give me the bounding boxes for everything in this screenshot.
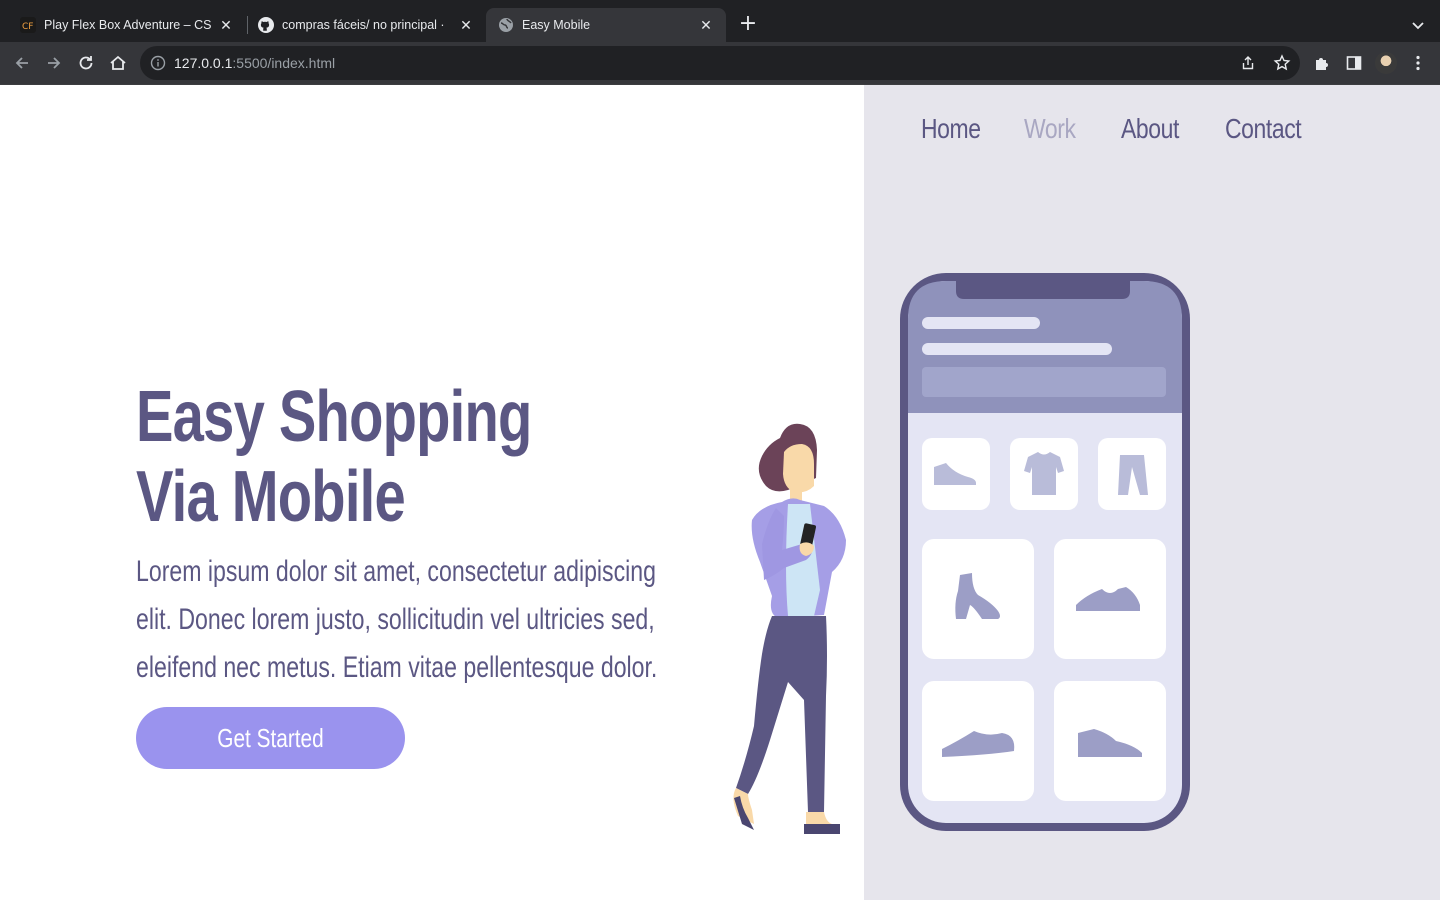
- phone-shop-illustration: [900, 273, 1190, 831]
- nav-work-link[interactable]: Work: [1024, 113, 1076, 145]
- globe-icon: [498, 17, 514, 33]
- phone-search-field: [922, 367, 1166, 397]
- side-panel-icon[interactable]: [1342, 51, 1366, 75]
- github-icon: [258, 17, 274, 33]
- svg-text:CF: CF: [22, 22, 33, 32]
- product-tile: [1098, 438, 1166, 510]
- get-started-button[interactable]: Get Started: [136, 707, 405, 769]
- site-info-icon[interactable]: [150, 55, 166, 71]
- hero-title: Easy Shopping Via Mobile: [136, 377, 532, 537]
- tab-title: Easy Mobile: [522, 18, 591, 32]
- new-tab-button[interactable]: +: [736, 13, 760, 37]
- url-path: :5500/index.html: [232, 55, 336, 71]
- home-icon[interactable]: [106, 51, 130, 75]
- nav-contact-link[interactable]: Contact: [1225, 113, 1302, 145]
- browser-menu-icon[interactable]: [1406, 51, 1430, 75]
- hero-title-line-1: Easy Shopping: [136, 377, 532, 457]
- tab-strip: CF Play Flex Box Adventure – CSS ✕ compr…: [0, 0, 1440, 42]
- reload-icon[interactable]: [74, 51, 98, 75]
- phone-header-bar: [922, 343, 1112, 355]
- forward-arrow-icon[interactable]: [42, 51, 66, 75]
- close-icon[interactable]: ✕: [698, 17, 714, 33]
- tab-search-chevron-icon[interactable]: [1406, 13, 1430, 37]
- share-icon[interactable]: [1240, 55, 1256, 71]
- url-text[interactable]: 127.0.0.1:5500/index.html: [174, 55, 335, 71]
- get-started-label: Get Started: [217, 722, 324, 753]
- woman-with-phone-illustration: [733, 423, 846, 834]
- extensions-puzzle-icon[interactable]: [1310, 51, 1334, 75]
- tab-flexbox-adventure[interactable]: CF Play Flex Box Adventure – CSS ✕: [0, 8, 246, 42]
- tab-title: compras fáceis/ no principal ·: [282, 18, 445, 32]
- close-icon[interactable]: ✕: [218, 17, 234, 33]
- hero-title-line-2: Via Mobile: [136, 457, 406, 537]
- flexbox-adventure-favicon: CF: [20, 17, 36, 33]
- address-bar[interactable]: 127.0.0.1:5500/index.html: [140, 46, 1300, 80]
- hero-description: Lorem ipsum dolor sit amet, consectetur …: [136, 555, 658, 684]
- phone-header-bar: [922, 317, 1040, 329]
- browser-toolbar: 127.0.0.1:5500/index.html: [0, 42, 1440, 85]
- tab-title: Play Flex Box Adventure – CSS: [44, 18, 212, 32]
- profile-avatar[interactable]: [1375, 52, 1397, 74]
- back-arrow-icon[interactable]: [10, 51, 34, 75]
- bookmark-star-icon[interactable]: [1273, 54, 1291, 72]
- nav-home-link[interactable]: Home: [921, 113, 981, 145]
- nav-about-link[interactable]: About: [1121, 113, 1179, 145]
- tab-easy-mobile[interactable]: Easy Mobile ✕: [486, 8, 726, 42]
- page-content: Home Work About Contact Easy Shopping Vi…: [0, 85, 1440, 900]
- tab-github[interactable]: compras fáceis/ no principal · ✕: [248, 8, 486, 42]
- close-icon[interactable]: ✕: [458, 17, 474, 33]
- url-host: 127.0.0.1: [174, 55, 233, 71]
